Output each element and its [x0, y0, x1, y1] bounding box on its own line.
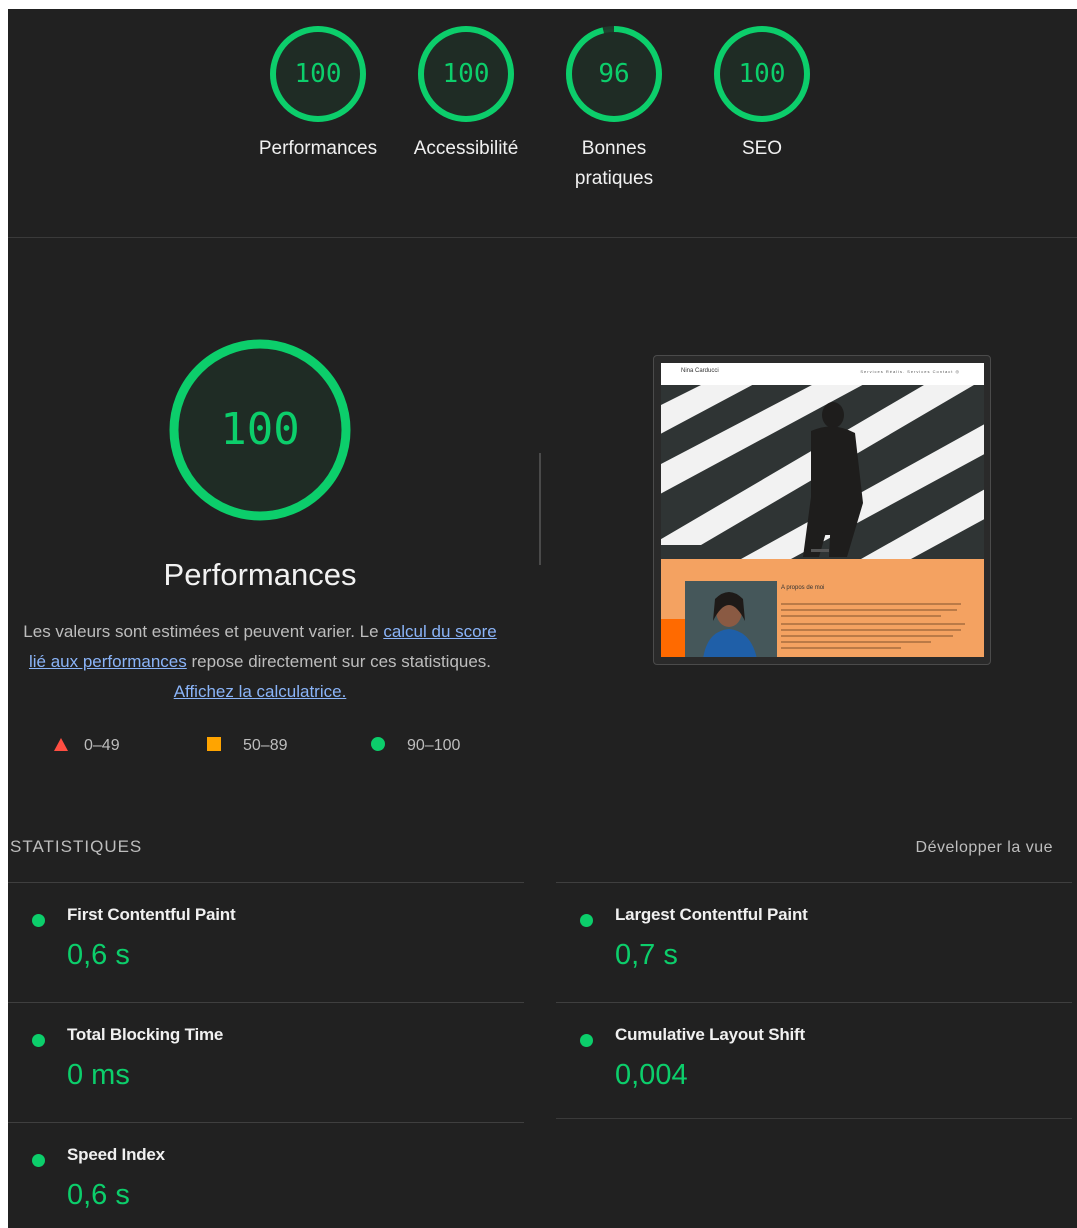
text-line [781, 615, 941, 617]
category-label: SEO [741, 138, 783, 159]
performance-description: Les valeurs sont estimées et peuvent var… [20, 617, 500, 707]
performance-title: Performances [163, 557, 357, 592]
lighthouse-report: 100 Performances 100 Accessibilité 96 Bo… [8, 9, 1077, 1228]
metric-name: Total Blocking Time [67, 1025, 224, 1044]
category-label: Accessibilité [413, 138, 519, 159]
metric-name: First Contentful Paint [67, 905, 236, 924]
description-text: repose directement sur ces statistiques. [186, 652, 492, 671]
score-legend: 0–49 50–89 90–100 [8, 733, 512, 763]
metric-first-contentful-paint: First Contentful Paint 0,6 s [8, 882, 524, 1002]
category-label: Bonnes pratiques [574, 138, 654, 189]
score-ring: 96 [564, 24, 664, 124]
screenshot-about-title: A propos de moi [781, 585, 825, 591]
pass-dot-icon [32, 914, 45, 927]
metric-name: Speed Index [67, 1145, 165, 1164]
gauge-bonnes-pratiques[interactable]: 96 Bonnes pratiques [549, 24, 679, 194]
screenshot-about-section: A propos de moi [661, 559, 984, 657]
metric-speed-index: Speed Index 0,6 s [8, 1122, 524, 1228]
circle-icon [371, 737, 385, 751]
pass-dot-icon [32, 1034, 45, 1047]
pass-dot-icon [580, 914, 593, 927]
metric-divider [556, 1118, 1072, 1119]
legend-fail: 0–49 [54, 733, 120, 759]
screenshot-page: Nina Carducci Services Réalis. Services … [661, 363, 984, 657]
score-ring: 100 [416, 24, 516, 124]
metric-cumulative-layout-shift: Cumulative Layout Shift 0,004 [556, 1002, 1072, 1122]
text-line [781, 609, 957, 611]
screenshot-hero-image [661, 385, 984, 559]
metric-value: 0,7 s [615, 939, 678, 971]
text-line [781, 629, 961, 631]
category-label: Performances [258, 138, 378, 159]
pass-dot-icon [580, 1034, 593, 1047]
text-line [781, 603, 961, 605]
text-line [781, 641, 931, 643]
text-line [781, 635, 953, 637]
screenshot-menu: Services Réalis. Services Contact ◎ [860, 369, 960, 374]
triangle-icon [54, 738, 68, 751]
gauge-performances[interactable]: 100 Performances [253, 24, 383, 164]
screenshot-brand: Nina Carducci [681, 368, 719, 374]
legend-average: 50–89 [207, 733, 288, 759]
screenshot-navbar: Nina Carducci Services Réalis. Services … [661, 363, 984, 385]
performance-score-value: 100 [220, 404, 300, 455]
gauge-seo[interactable]: 100 SEO [697, 24, 827, 164]
score-ring: 100 [268, 24, 368, 124]
vertical-divider [539, 453, 541, 565]
expand-view-toggle[interactable]: Développer la vue [916, 839, 1053, 857]
calculator-link[interactable]: Affichez la calculatrice. [174, 682, 347, 701]
section-divider [8, 237, 1077, 238]
legend-range: 50–89 [243, 737, 288, 754]
score-ring: 100 [712, 24, 812, 124]
metric-name: Largest Contentful Paint [615, 905, 808, 924]
text-line [781, 623, 965, 625]
screenshot-accent-block [661, 619, 685, 657]
metric-total-blocking-time: Total Blocking Time 0 ms [8, 1002, 524, 1122]
metric-value: 0,6 s [67, 1179, 130, 1211]
score-value: 96 [598, 59, 630, 89]
square-icon [207, 737, 221, 751]
gauge-accessibilite[interactable]: 100 Accessibilité [401, 24, 531, 164]
metric-value: 0,6 s [67, 939, 130, 971]
metric-value: 0 ms [67, 1059, 130, 1091]
score-value: 100 [738, 59, 786, 89]
metric-value: 0,004 [615, 1059, 688, 1091]
performance-score-gauge: 100 [168, 338, 352, 522]
legend-range: 0–49 [84, 737, 120, 754]
score-value: 100 [442, 59, 490, 89]
pass-dot-icon [32, 1154, 45, 1167]
final-screenshot[interactable]: Nina Carducci Services Réalis. Services … [653, 355, 991, 665]
metric-name: Cumulative Layout Shift [615, 1025, 805, 1044]
legend-range: 90–100 [407, 737, 461, 754]
description-text: Les valeurs sont estimées et peuvent var… [23, 622, 384, 641]
text-line [781, 647, 901, 649]
score-value: 100 [294, 59, 342, 89]
statistics-heading: STATISTIQUES [10, 837, 143, 856]
legend-pass: 90–100 [371, 733, 460, 759]
metric-largest-contentful-paint: Largest Contentful Paint 0,7 s [556, 882, 1072, 1002]
